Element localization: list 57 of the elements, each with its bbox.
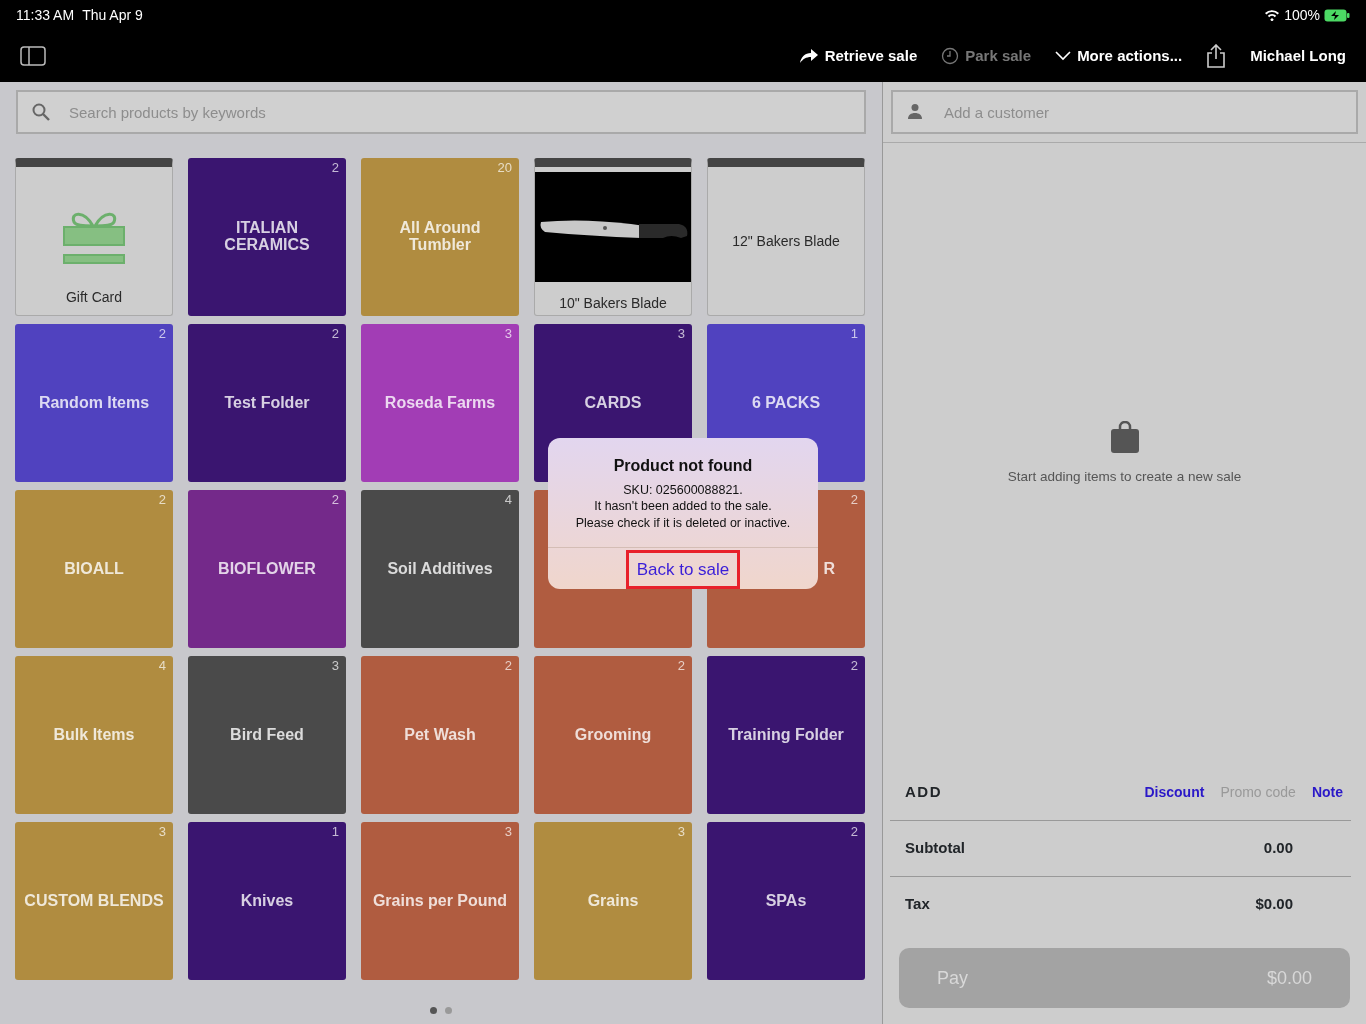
item-count: 20 <box>497 161 512 175</box>
tile-label: Gift Card <box>66 290 122 305</box>
tile-label: Knives <box>240 892 294 910</box>
total-value: 0.00 <box>1263 838 1293 859</box>
total-label: Subtotal <box>905 838 965 859</box>
tile-label: CARDS <box>584 394 642 412</box>
tile-label: All Around Tumbler <box>398 220 482 254</box>
tile-label: Bird Feed <box>230 726 304 744</box>
item-count: 2 <box>850 825 858 839</box>
item-count: 3 <box>504 327 512 341</box>
item-count: 2 <box>331 327 339 341</box>
tile-label: Grains <box>587 892 639 910</box>
tile-label: CUSTOM BLENDS <box>24 892 164 910</box>
tile-label: SPAs <box>765 892 807 910</box>
item-count: 3 <box>677 825 685 839</box>
item-count: 2 <box>158 327 166 341</box>
tile-label: 12" Bakers Blade <box>732 233 840 249</box>
item-count: 3 <box>504 825 512 839</box>
item-count: 2 <box>504 659 512 673</box>
battery-percent: 100% <box>1284 5 1320 25</box>
tile-label: R <box>823 560 835 578</box>
tile-label: Grains per Pound <box>372 892 508 910</box>
total-value: $0.00 <box>1255 894 1293 915</box>
tile-label: Roseda Farms <box>384 394 496 412</box>
tile-label: Training Folder <box>728 726 844 744</box>
tile-label: Grooming <box>574 726 652 744</box>
item-count: 2 <box>331 493 339 507</box>
tile-label: BIOALL <box>64 560 124 578</box>
item-count: 4 <box>504 493 512 507</box>
dialog-message: SKU: 025600088821. <box>622 482 744 499</box>
tile-label: Test Folder <box>224 394 310 412</box>
item-count: 3 <box>331 659 339 673</box>
total-label: Tax <box>905 894 930 915</box>
item-count: 4 <box>158 659 166 673</box>
status-date: Thu Apr 9 <box>82 5 143 25</box>
item-count: 2 <box>850 659 858 673</box>
tile-label: 6 PACKS <box>751 394 821 412</box>
item-count: 2 <box>331 161 339 175</box>
item-count: 1 <box>331 825 339 839</box>
tile-label: Soil Additives <box>387 560 493 578</box>
tile-label: 10" Bakers Blade <box>559 295 667 311</box>
tile-label: BIOFLOWER <box>218 560 316 578</box>
tile-label: ITALIAN CERAMICS <box>223 220 311 254</box>
item-count: 3 <box>677 327 685 341</box>
dialog-message: It hasn't been added to the sale. <box>593 498 773 515</box>
status-time: 11:33 AM <box>16 5 75 25</box>
tile-label: Random Items <box>38 394 150 412</box>
item-count: 2 <box>850 493 858 507</box>
tile-label: Bulk Items <box>53 726 135 744</box>
item-count: 3 <box>158 825 166 839</box>
tile-label: Pet Wash <box>404 726 476 744</box>
empty-cart-message: Start adding items to create a new sale <box>1007 468 1242 486</box>
item-count: 1 <box>850 327 858 341</box>
add-heading: ADD <box>905 781 942 802</box>
dialog-message: Please check if it is deleted or inactive. <box>574 514 792 531</box>
item-count: 2 <box>677 659 685 673</box>
item-count: 2 <box>158 493 166 507</box>
